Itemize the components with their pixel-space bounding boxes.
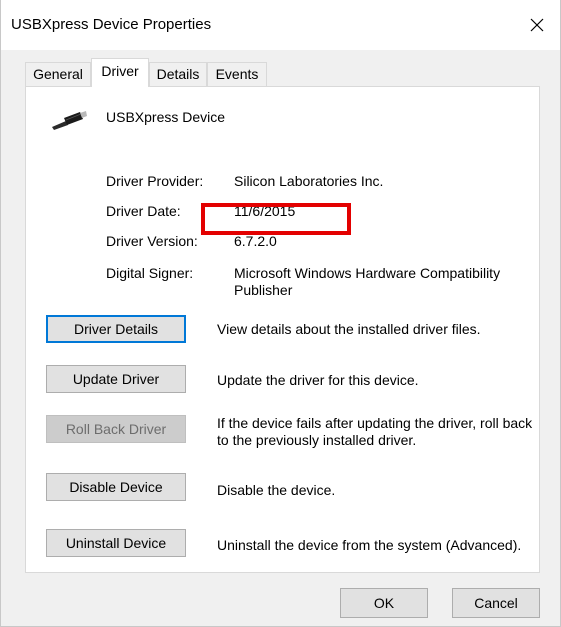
title-bar: USBXpress Device Properties bbox=[1, 0, 560, 50]
digital-signer-label: Digital Signer: bbox=[106, 265, 194, 281]
usb-cable-icon bbox=[52, 111, 87, 130]
uninstall-device-button[interactable]: Uninstall Device bbox=[46, 529, 186, 557]
driver-provider-value: Silicon Laboratories Inc. bbox=[234, 173, 384, 189]
update-driver-button[interactable]: Update Driver bbox=[46, 365, 186, 393]
update-driver-description: Update the driver for this device. bbox=[217, 372, 419, 388]
tab-general[interactable]: General bbox=[25, 62, 91, 86]
digital-signer-value: Microsoft Windows Hardware Compatibility… bbox=[234, 265, 501, 298]
driver-version-value: 6.7.2.0 bbox=[234, 233, 277, 249]
roll-back-driver-button[interactable]: Roll Back Driver bbox=[46, 415, 186, 443]
driver-date-label: Driver Date: bbox=[106, 203, 181, 219]
ok-button[interactable]: OK bbox=[340, 588, 428, 618]
device-name: USBXpress Device bbox=[106, 109, 226, 125]
disable-device-button[interactable]: Disable Device bbox=[46, 473, 186, 501]
driver-details-description: View details about the installed driver … bbox=[217, 321, 481, 337]
red-highlight-box bbox=[201, 203, 351, 235]
roll-back-driver-description: If the device fails after updating the d… bbox=[217, 415, 533, 448]
cancel-button[interactable]: Cancel bbox=[452, 588, 540, 618]
driver-details-button[interactable]: Driver Details bbox=[46, 315, 186, 343]
driver-provider-label: Driver Provider: bbox=[106, 173, 204, 189]
uninstall-device-description: Uninstall the device from the system (Ad… bbox=[217, 537, 522, 553]
tab-events[interactable]: Events bbox=[207, 62, 267, 86]
tab-details[interactable]: Details bbox=[149, 62, 207, 86]
close-button[interactable] bbox=[514, 0, 560, 50]
window-title: USBXpress Device Properties bbox=[11, 16, 212, 33]
tab-driver[interactable]: Driver bbox=[91, 58, 149, 87]
properties-dialog: USBXpress Device Properties General Driv… bbox=[0, 0, 561, 627]
close-icon bbox=[530, 18, 544, 32]
driver-tab-panel: USBXpress Device Driver Provider: Silico… bbox=[25, 86, 540, 573]
disable-device-description: Disable the device. bbox=[217, 482, 336, 498]
driver-version-label: Driver Version: bbox=[106, 233, 198, 249]
